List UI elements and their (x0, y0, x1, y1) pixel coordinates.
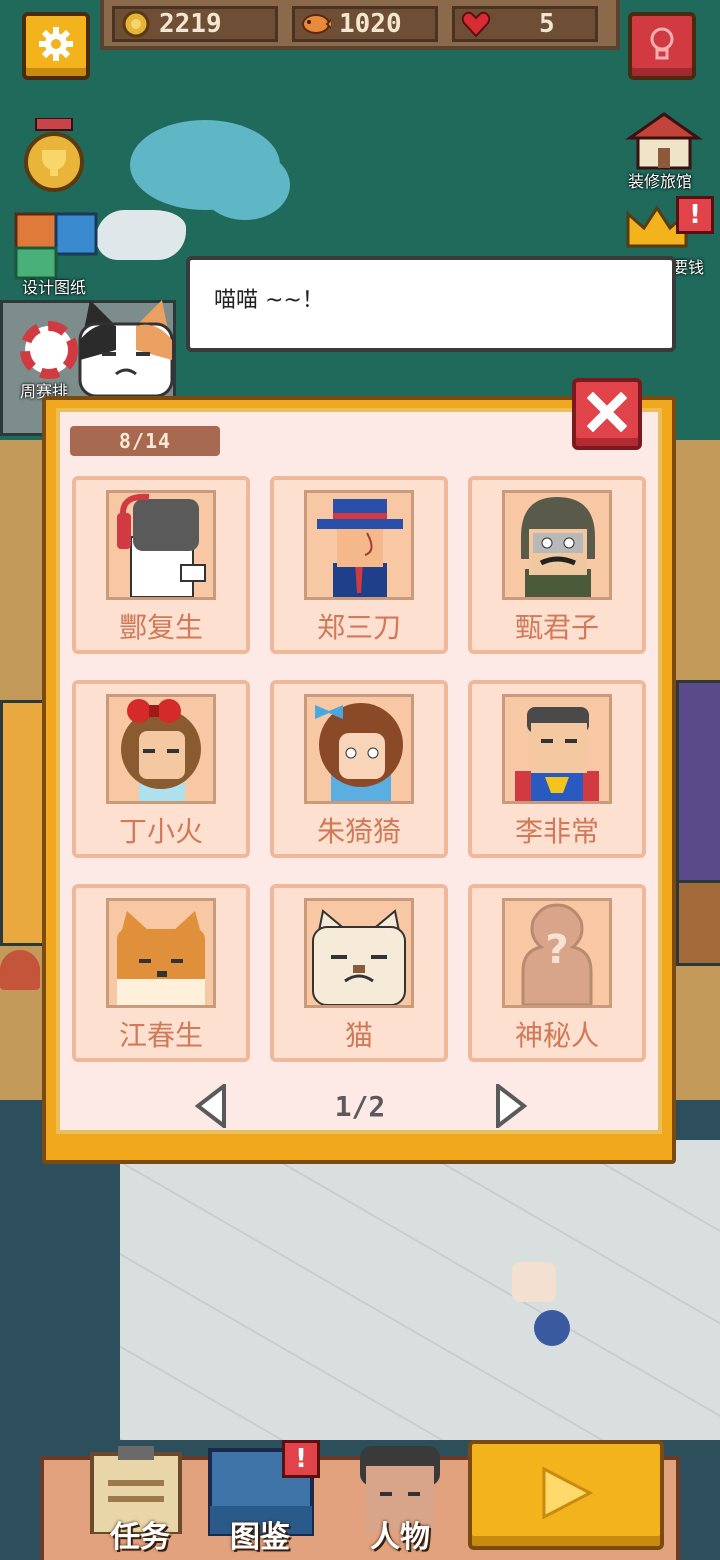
character-card[interactable]: 甄君子 (468, 476, 646, 654)
hint-button[interactable] (628, 12, 696, 80)
character-card[interactable]: 丁小火 (72, 680, 250, 858)
close-icon (586, 391, 628, 436)
character-portrait (106, 490, 216, 600)
trophy-icon (22, 117, 86, 198)
design-blueprint-label: 设计图纸 (22, 278, 87, 297)
character-name: 丁小火 (118, 815, 203, 848)
close-button[interactable] (572, 378, 642, 450)
heart-counter: 5 (452, 6, 598, 42)
lightbulb-icon (647, 26, 677, 66)
fish-icon (301, 9, 331, 39)
character-portrait (106, 898, 216, 1008)
start-business-button[interactable] (468, 1440, 664, 1550)
tab-album[interactable]: ! 图鉴 (200, 1440, 320, 1560)
decorate-hotel-button[interactable]: 装修旅馆 (624, 110, 720, 191)
character-portrait: ? (502, 898, 612, 1008)
arrow-left-icon (194, 1081, 228, 1132)
gear-icon (37, 25, 75, 67)
character-portrait (304, 694, 414, 804)
coin-icon (121, 9, 151, 39)
play-icon (536, 1465, 596, 1525)
next-page-button[interactable] (486, 1081, 536, 1132)
character-card[interactable]: 李非常 (468, 680, 646, 858)
speech-bubble: 喵喵 ~~！ (186, 256, 676, 352)
cat-speaker-avatar (76, 300, 176, 398)
decorate-hotel-label: 装修旅馆 (628, 172, 693, 191)
album-alert-badge: ! (282, 1440, 320, 1478)
character-portrait (304, 898, 414, 1008)
coin-counter: 2219 (112, 6, 278, 42)
tab-task-label: 任务 (110, 1520, 170, 1555)
character-name: 朱猗猗 (316, 815, 401, 848)
character-card[interactable]: ? 神秘人 (468, 884, 646, 1062)
character-portrait (304, 490, 414, 600)
fish-counter: 1020 (292, 6, 438, 42)
heart-amount: 5 (539, 9, 555, 39)
character-name: 甄君子 (514, 611, 599, 644)
previous-page-button[interactable] (186, 1081, 236, 1132)
coin-amount: 2219 (159, 9, 222, 39)
character-portrait (106, 694, 216, 804)
speech-text: 喵喵 ~~！ (214, 288, 324, 313)
character-card[interactable]: 郑三刀 (270, 476, 448, 654)
earn-money-alert-badge: ! (676, 196, 714, 234)
arrow-right-icon (494, 1081, 528, 1132)
character-portrait (502, 694, 612, 804)
character-name: 酆复生 (118, 611, 203, 644)
tab-task[interactable]: 任务 (80, 1440, 200, 1560)
page-indicator: 1/2 (334, 1090, 386, 1123)
design-blueprint-button[interactable]: 设计图纸 (12, 210, 98, 297)
character-card[interactable]: 猫 (270, 884, 448, 1062)
character-name: 郑三刀 (316, 611, 401, 644)
character-name: 李非常 (514, 815, 599, 848)
character-portrait (502, 490, 612, 600)
character-card[interactable]: 朱猗猗 (270, 680, 448, 858)
collection-counter: 8/14 (70, 426, 220, 456)
settings-button[interactable] (22, 12, 90, 80)
svg-text:?: ? (545, 927, 568, 973)
earn-money-label: 要钱 (672, 258, 705, 277)
character-name: 神秘人 (514, 1019, 599, 1052)
fish-amount: 1020 (339, 9, 402, 39)
character-name: 江春生 (118, 1019, 203, 1052)
tab-album-label: 图鉴 (230, 1520, 290, 1555)
tab-people[interactable]: 人物 (340, 1440, 460, 1560)
character-name: 猫 (344, 1019, 373, 1052)
trophy-button[interactable] (22, 117, 86, 194)
character-card[interactable]: 江春生 (72, 884, 250, 1062)
character-card[interactable]: 酆复生 (72, 476, 250, 654)
tab-people-label: 人物 (370, 1520, 430, 1555)
heart-icon (461, 9, 491, 39)
